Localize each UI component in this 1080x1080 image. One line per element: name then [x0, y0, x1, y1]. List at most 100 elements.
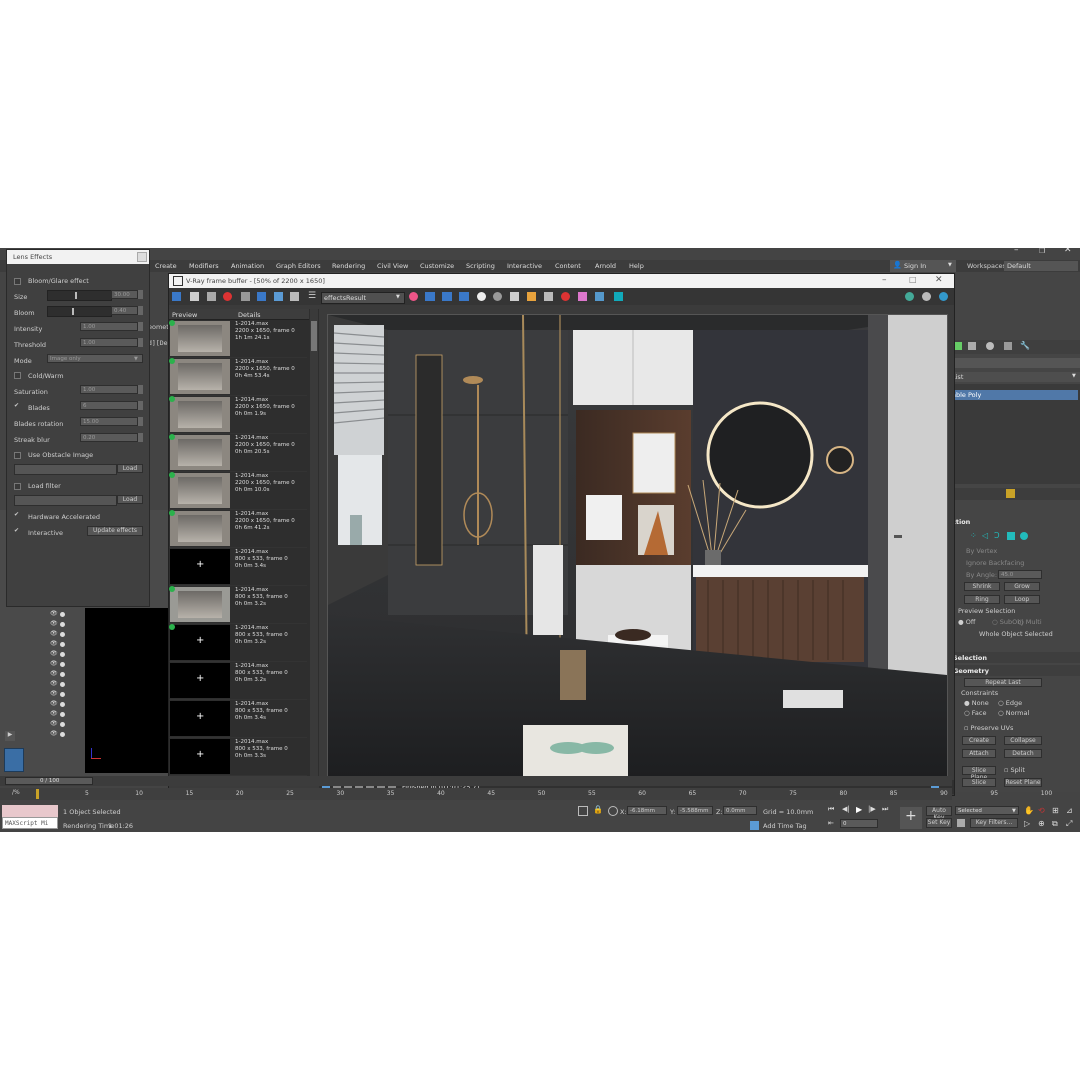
visibility-eye-icon[interactable]: 👁 [50, 670, 58, 677]
alpha-icon[interactable] [477, 292, 486, 301]
fov-icon[interactable]: ⊿ [1066, 806, 1073, 815]
history-item[interactable]: +1-2014.max 800 x 533, frame 0 0h 0m 3.4s [169, 548, 307, 586]
maximize-viewport-icon[interactable]: ⧉ [1052, 819, 1058, 829]
menu-animation[interactable]: Animation [231, 262, 264, 270]
history-item[interactable]: 1-2014.max 2200 x 1650, frame 0 0h 0m 10.0… [169, 472, 307, 510]
mono-icon[interactable] [493, 292, 502, 301]
minimize-icon[interactable]: – [1014, 248, 1019, 255]
current-frame-field[interactable]: 0 [840, 819, 878, 828]
modifier-list-dropdown[interactable]: List ▼ [952, 372, 1080, 382]
bloom-spinner[interactable] [138, 306, 143, 315]
size-slider[interactable] [47, 290, 112, 301]
render-toggle-icon[interactable] [60, 662, 65, 667]
time-tag-icon[interactable] [750, 821, 759, 830]
visibility-eye-icon[interactable]: 👁 [50, 660, 58, 667]
utilities-tab-icon[interactable]: 🔧 [1020, 341, 1030, 350]
render-toggle-icon[interactable] [60, 642, 65, 647]
visibility-eye-icon[interactable]: 👁 [50, 620, 58, 627]
history-item[interactable]: 1-2014.max 2200 x 1650, frame 0 0h 0m 1.9s [169, 396, 307, 434]
maxscript-mini-listener[interactable]: MAXScript Mi [2, 817, 58, 829]
key-mode-toggle-icon[interactable] [957, 819, 965, 827]
previous-frame-icon[interactable]: ◀| [842, 805, 850, 813]
render-toggle-icon[interactable] [60, 692, 65, 697]
object-name-field[interactable] [952, 358, 1080, 368]
blue-channel-icon[interactable] [459, 292, 469, 301]
blades-checkbox[interactable]: ✔ [14, 402, 19, 409]
menu-icon[interactable]: ☰ [308, 291, 316, 301]
mode-dropdown[interactable]: Image only ▼ [47, 354, 143, 363]
render-toggle-icon[interactable] [60, 702, 65, 707]
text-overlay-icon[interactable] [257, 292, 266, 301]
menu-content[interactable]: Content [555, 262, 581, 270]
play-icon[interactable]: ▶ [5, 731, 15, 741]
menu-civil-view[interactable]: Civil View [377, 262, 408, 270]
mini-curve-icon[interactable]: /% [12, 789, 20, 796]
scene-object-row[interactable]: 👁 [40, 640, 82, 649]
history-item[interactable]: 1-2014.max 800 x 533, frame 0 0h 0m 3.2s [169, 586, 307, 624]
orbit-icon[interactable]: ⟲ [1038, 806, 1045, 815]
filter-path[interactable] [14, 495, 117, 506]
channel-dropdown[interactable]: effectsResult ▼ [321, 292, 405, 304]
scene-object-row[interactable]: 👁 [40, 680, 82, 689]
sign-in-button[interactable]: 👤 Sign In ▼ [890, 260, 956, 272]
slider-handle[interactable] [75, 292, 77, 299]
key-mode-icon[interactable]: ⇤ [828, 819, 834, 827]
configure-icon[interactable] [1006, 489, 1015, 498]
save-image-icon[interactable] [510, 292, 519, 301]
z-coordinate-field[interactable]: 0.0mm [723, 806, 757, 815]
vertex-icon[interactable]: ⁘ [970, 531, 977, 540]
next-frame-icon[interactable]: |▶ [868, 805, 876, 813]
render-toggle-icon[interactable] [60, 732, 65, 737]
color-icon[interactable] [409, 292, 418, 301]
detach-button[interactable]: Detach [1004, 749, 1042, 758]
red-channel-icon[interactable] [425, 292, 435, 301]
split-checkbox[interactable]: ▫ Split [1004, 766, 1025, 774]
soft-selection-rollout[interactable]: Selection [952, 652, 1080, 663]
menu-graph-editors[interactable]: Graph Editors [276, 262, 321, 270]
menu-customize[interactable]: Customize [420, 262, 454, 270]
scene-object-row[interactable]: 👁 [40, 730, 82, 739]
constraint-face-radio[interactable]: ○ Face [964, 709, 986, 717]
green-channel-icon[interactable] [442, 292, 452, 301]
scene-object-row[interactable]: 👁 [40, 620, 82, 629]
go-to-start-icon[interactable]: ⏮ [828, 805, 834, 814]
scene-object-row[interactable]: 👁 [40, 700, 82, 709]
preview-off-radio[interactable]: ● Off [958, 618, 975, 626]
history-item[interactable]: 1-2014.max 2200 x 1650, frame 0 0h 6m 41.2… [169, 510, 307, 548]
cold-warm-checkbox[interactable] [14, 372, 21, 379]
streak-blur-spinner[interactable] [138, 433, 143, 442]
visibility-eye-icon[interactable]: 👁 [50, 700, 58, 707]
history-scrollbar[interactable] [310, 309, 318, 781]
blades-field[interactable]: 6 [80, 401, 138, 410]
edge-icon[interactable]: ◁ [982, 531, 988, 540]
maxscript-listener-top[interactable] [2, 805, 58, 817]
rendered-image[interactable] [327, 314, 948, 779]
size-spinner[interactable] [138, 290, 143, 299]
grow-button[interactable]: Grow [1004, 582, 1040, 591]
create-tab-icon[interactable] [954, 342, 962, 350]
vfb-close-icon[interactable]: ✕ [935, 275, 943, 285]
collapse-button[interactable]: Collapse [1004, 736, 1042, 745]
layers-icon[interactable] [290, 292, 299, 301]
history-item[interactable]: 1-2014.max 2200 x 1650, frame 0 0h 0m 20.5… [169, 434, 307, 472]
compare-icon[interactable] [274, 292, 283, 301]
dolly-icon[interactable]: ⤢ [1066, 819, 1072, 829]
scene-object-row[interactable]: 👁 [40, 660, 82, 669]
stop-render-icon[interactable] [223, 292, 232, 301]
visibility-eye-icon[interactable]: 👁 [50, 610, 58, 617]
scene-object-row[interactable]: 👁 [40, 690, 82, 699]
interactive-checkbox[interactable]: ✔ [14, 527, 19, 534]
modifier-editable-poly[interactable]: able Poly [952, 390, 1078, 400]
slice-button[interactable]: Slice [962, 778, 996, 787]
render-interactive-icon[interactable] [922, 292, 931, 301]
lens-effects-icon[interactable] [614, 292, 623, 301]
by-angle-option[interactable]: By Angle: [966, 571, 997, 579]
menu-scripting[interactable]: Scripting [466, 262, 495, 270]
absolute-mode-icon[interactable] [608, 806, 618, 816]
render-toggle-icon[interactable] [60, 622, 65, 627]
menu-create[interactable]: Create [155, 262, 177, 270]
scene-object-row[interactable]: 👁 [40, 630, 82, 639]
visibility-eye-icon[interactable]: 👁 [50, 690, 58, 697]
history-item[interactable]: 1-2014.max 2200 x 1650, frame 0 0h 4m 53.4… [169, 358, 307, 396]
render-icon[interactable] [905, 292, 914, 301]
